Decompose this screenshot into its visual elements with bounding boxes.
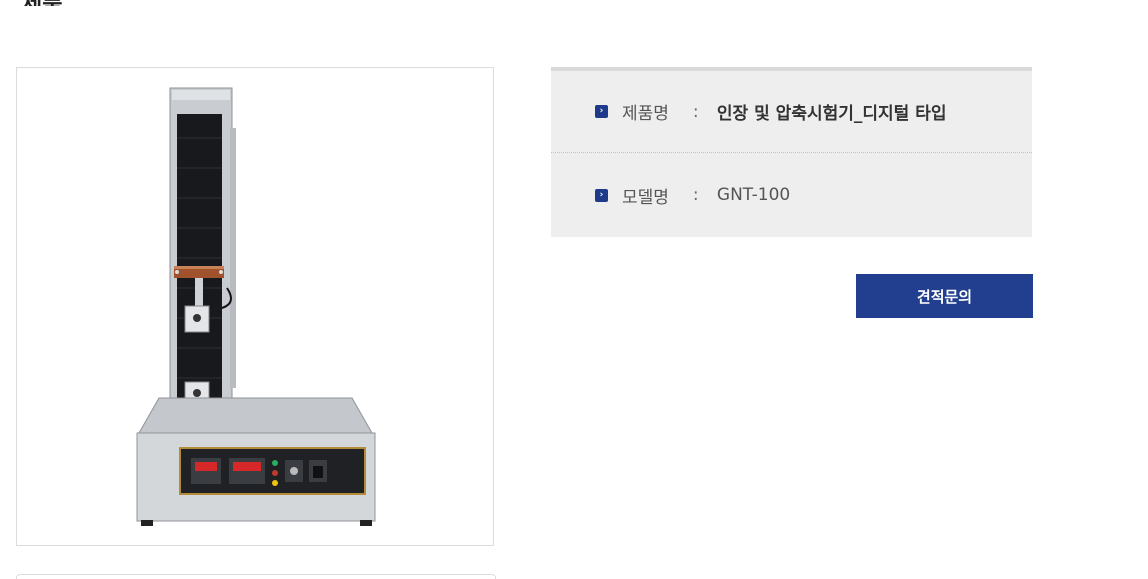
model-name-label: 모델명 — [622, 187, 669, 208]
product-name-label: 제품명 — [622, 104, 669, 124]
product-info-panel: › 제품명 : 인장 및 압축시험기_디지털 타입 › 모델명 : GNT-10… — [551, 67, 1032, 237]
quote-request-button[interactable]: 견적문의 — [856, 274, 1033, 318]
product-image — [136, 87, 376, 526]
model-name-value: GNT-100 — [716, 185, 791, 205]
thumbnail-strip[interactable] — [16, 574, 496, 579]
product-name-row: › 제품명 : 인장 및 압축시험기_디지털 타입 — [551, 71, 1032, 153]
separator: : — [692, 101, 699, 122]
model-name-row: › 모델명 : GNT-100 — [551, 154, 1032, 236]
page-heading-fragment: 제품 — [22, 0, 62, 6]
product-image-frame — [16, 67, 494, 546]
separator: : — [692, 185, 699, 205]
product-name-value: 인장 및 압축시험기_디지털 타입 — [716, 104, 947, 124]
chevron-right-icon: › — [595, 188, 608, 202]
chevron-right-icon: › — [595, 105, 608, 118]
product-detail-page: 제품 — [0, 0, 1148, 579]
